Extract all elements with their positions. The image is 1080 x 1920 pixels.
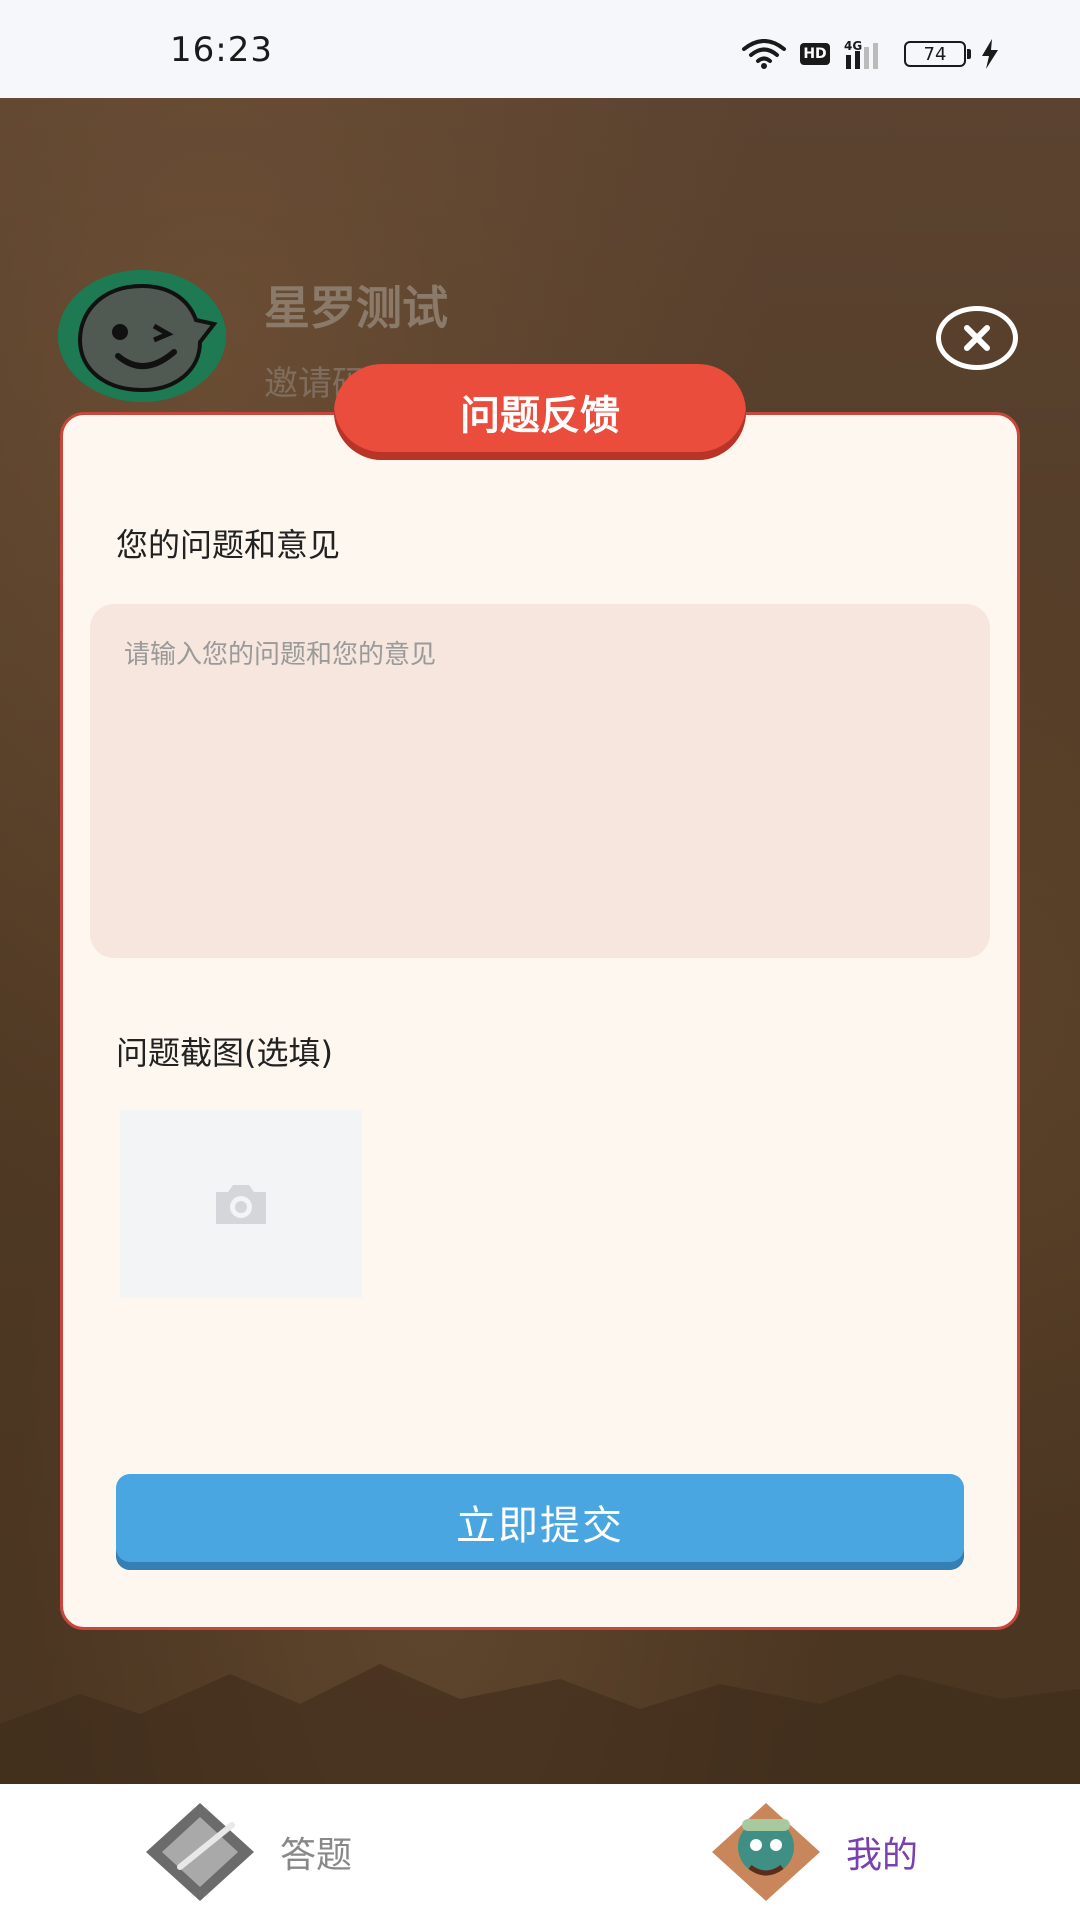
character-icon: [712, 1803, 820, 1901]
battery-level: 74: [923, 43, 947, 65]
status-time: 16:23: [170, 30, 273, 70]
close-button[interactable]: [936, 306, 1018, 370]
nav-label-mine: 我的: [846, 1835, 919, 1876]
screenshot-upload[interactable]: [120, 1110, 362, 1298]
feedback-modal: [60, 412, 1020, 1630]
camera-icon: [216, 1185, 266, 1224]
mountain-decoration: [0, 1664, 1080, 1784]
question-label: 您的问题和意见: [116, 526, 341, 564]
screenshot-label: 问题截图(选填): [116, 1034, 333, 1072]
hd-badge: HD: [800, 43, 830, 65]
modal-title: 问题反馈: [334, 364, 746, 460]
signal-icon: 4G: [844, 39, 878, 69]
nav-item-mine[interactable]: 我的: [706, 1784, 918, 1920]
app-root: 16:23 HD 4G 74 星罗测试 邀请码 问题反馈 您的问题和意见 请输入…: [0, 0, 1080, 1920]
bottom-nav: 答题 我的: [0, 1784, 1080, 1920]
submit-button[interactable]: 立即提交: [116, 1474, 964, 1570]
feedback-textarea[interactable]: [90, 604, 990, 958]
close-icon: [964, 325, 990, 351]
nav-label-answer: 答题: [280, 1835, 353, 1876]
answer-icon: [146, 1803, 254, 1901]
nav-item-answer[interactable]: 答题: [140, 1784, 352, 1920]
smiley-avatar-icon: [58, 270, 226, 402]
status-bar: 16:23 HD 4G 74: [0, 0, 1080, 98]
wifi-icon: [742, 39, 786, 69]
status-icons: HD 4G 74: [742, 34, 1000, 74]
avatar[interactable]: [58, 270, 226, 402]
battery-icon: 74: [904, 41, 971, 67]
profile-name: 星罗测试: [264, 281, 448, 335]
network-type: 4G: [844, 39, 862, 53]
charging-icon: [982, 39, 998, 69]
